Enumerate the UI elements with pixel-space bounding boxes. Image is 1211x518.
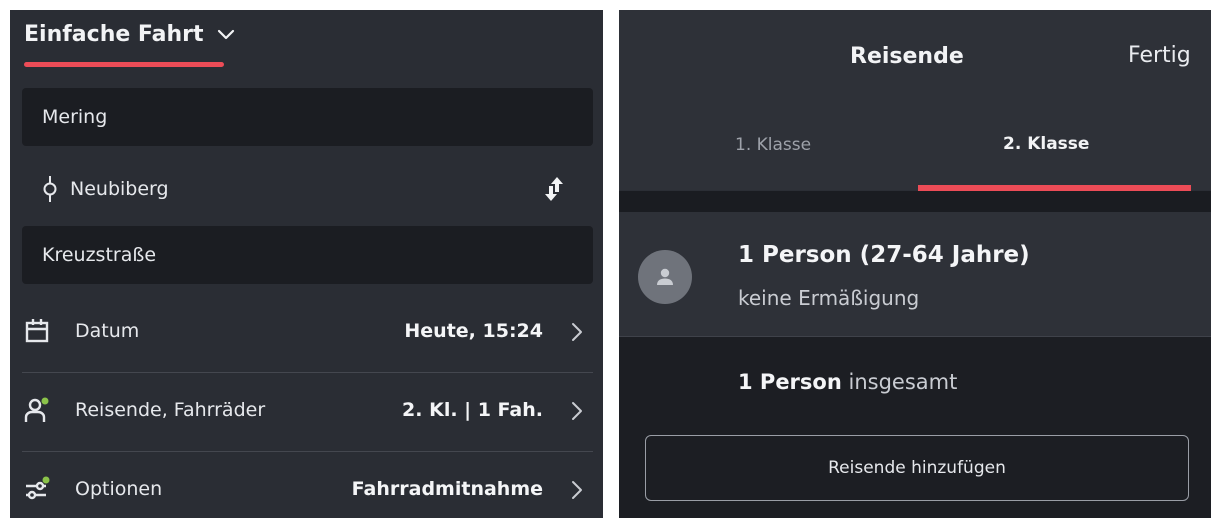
section-separator xyxy=(619,191,1211,212)
date-value: Heute, 15:24 xyxy=(404,320,543,342)
journey-search-panel: Einfache Fahrt Mering Neubiberg Kreuzstr… xyxy=(10,10,603,518)
calendar-icon xyxy=(25,319,49,343)
trip-type-underline xyxy=(24,62,224,67)
options-value: Fahrradmitnahme xyxy=(351,478,543,500)
summary-count: 1 Person xyxy=(738,370,842,394)
travellers-label: Reisende, Fahrräder xyxy=(75,399,266,421)
via-stop-icon xyxy=(43,176,57,202)
done-button[interactable]: Fertig xyxy=(1128,43,1191,68)
chevron-down-icon xyxy=(217,29,234,39)
chevron-right-icon xyxy=(572,481,582,499)
travellers-value: 2. Kl. | 1 Fah. xyxy=(402,399,543,421)
from-station-value: Mering xyxy=(42,106,108,128)
add-traveller-button[interactable]: Reisende hinzufügen xyxy=(645,435,1189,501)
tab-first-class[interactable]: 1. Klasse xyxy=(735,135,811,155)
chevron-right-icon xyxy=(572,323,582,341)
via-station-field[interactable]: Neubiberg xyxy=(22,158,593,220)
via-station-value: Neubiberg xyxy=(70,178,169,200)
swap-stations-icon[interactable] xyxy=(543,174,565,204)
options-icon xyxy=(26,476,50,500)
options-row[interactable]: Optionen Fahrradmitnahme xyxy=(22,451,593,518)
travellers-header: Reisende Fertig 1. Klasse 2. Klasse xyxy=(619,10,1211,191)
page-title: Reisende xyxy=(850,44,964,69)
options-label: Optionen xyxy=(75,478,163,500)
date-label: Datum xyxy=(75,320,140,342)
tab-second-class[interactable]: 2. Klasse xyxy=(1003,134,1089,154)
travellers-row[interactable]: Reisende, Fahrräder 2. Kl. | 1 Fah. xyxy=(22,372,593,448)
date-row[interactable]: Datum Heute, 15:24 xyxy=(22,293,593,369)
traveller-card[interactable]: 1 Person (27-64 Jahre) keine Ermäßigung xyxy=(619,212,1211,336)
trip-type-label: Einfache Fahrt xyxy=(24,22,204,47)
from-station-field[interactable]: Mering xyxy=(22,88,593,146)
chevron-right-icon xyxy=(572,402,582,420)
to-station-field[interactable]: Kreuzstraße xyxy=(22,226,593,284)
summary-text: 1 Person insgesamt xyxy=(738,370,957,394)
traveller-name: 1 Person (27-64 Jahre) xyxy=(738,242,1030,268)
to-station-value: Kreuzstraße xyxy=(42,244,157,266)
traveller-icon xyxy=(24,397,49,422)
trip-type-dropdown[interactable]: Einfache Fahrt xyxy=(24,22,236,47)
summary-suffix: insgesamt xyxy=(848,370,958,394)
travellers-panel: Reisende Fertig 1. Klasse 2. Klasse 1 Pe… xyxy=(619,10,1211,518)
travellers-summary: 1 Person insgesamt Reisende hinzufügen xyxy=(619,337,1211,518)
person-avatar-icon xyxy=(638,250,692,304)
traveller-discount: keine Ermäßigung xyxy=(738,286,920,310)
